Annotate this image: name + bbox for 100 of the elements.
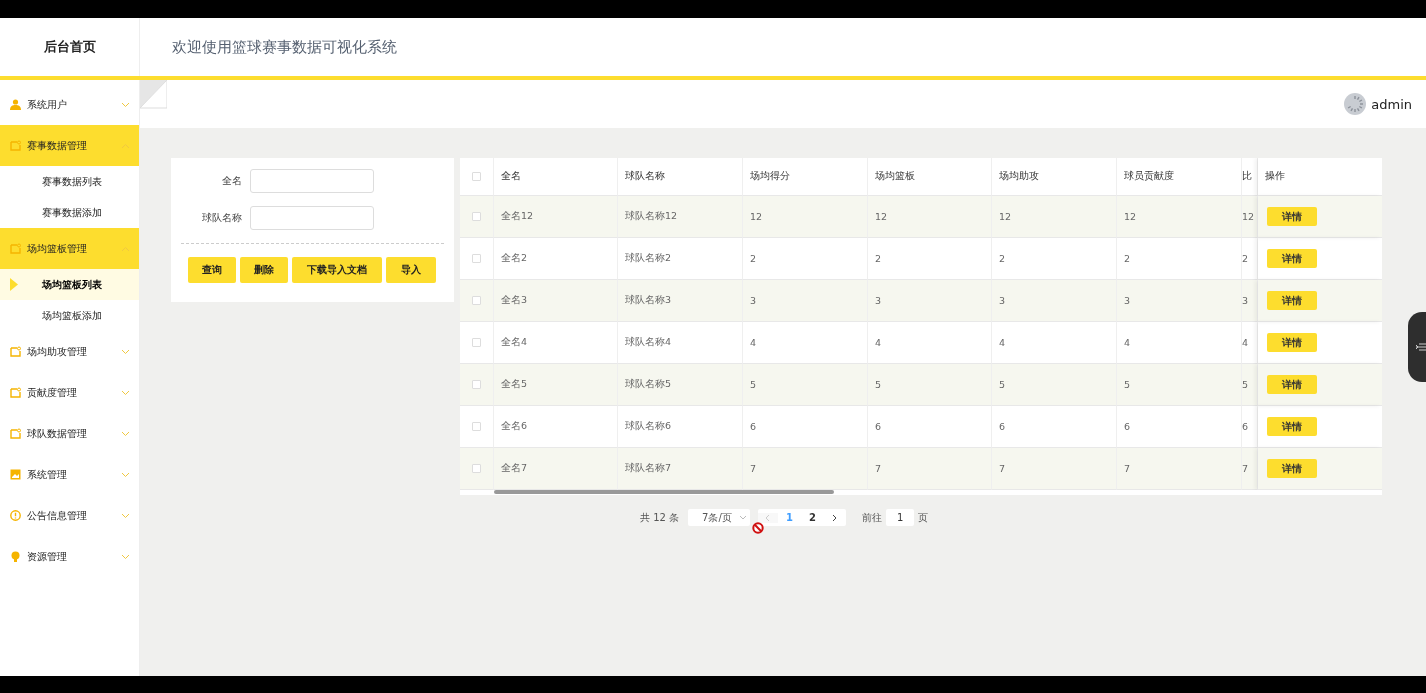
page-number[interactable]: 2 <box>801 512 825 523</box>
note-icon <box>10 140 21 151</box>
list-icon <box>1416 342 1426 352</box>
action-button[interactable]: 下载导入文档 <box>292 257 382 283</box>
table-cell: 7 <box>1117 448 1242 490</box>
input-field[interactable] <box>250 206 374 230</box>
table-cell: 12 <box>743 196 868 238</box>
table-cell: 3 <box>992 280 1117 322</box>
table-cell: 3 <box>743 280 868 322</box>
scrollbar-thumb[interactable] <box>494 490 834 494</box>
column-header: 球员贡献度 <box>1117 158 1242 196</box>
field-label: 球队名称 <box>201 211 242 225</box>
table-cell: 球队名称12 <box>618 196 743 238</box>
checkbox[interactable] <box>472 172 481 181</box>
menu-item[interactable]: 球队数据管理 <box>0 413 139 454</box>
chevron-down-icon <box>122 390 129 395</box>
action-button[interactable]: 删除 <box>240 257 288 283</box>
column-header: 场均助攻 <box>992 158 1117 196</box>
menu-item[interactable]: 公告信息管理 <box>0 495 139 536</box>
details-button[interactable]: 详情 <box>1267 459 1317 478</box>
details-button[interactable]: 详情 <box>1267 333 1317 352</box>
details-button[interactable]: 详情 <box>1267 375 1317 394</box>
info-icon <box>10 510 21 521</box>
pointer-triangle-icon <box>10 278 18 291</box>
table-cell: 5 <box>1117 364 1242 406</box>
picture-frame-icon <box>10 469 21 480</box>
chevron-down-icon <box>122 349 129 354</box>
menu-item[interactable]: 系统用户 <box>0 84 139 125</box>
table-cell: 2 <box>1242 253 1249 264</box>
field-label: 全名 <box>221 174 242 188</box>
note-icon <box>10 346 21 357</box>
checkbox[interactable] <box>472 338 481 347</box>
column-header: 场均得分 <box>743 158 868 196</box>
table-cell: 5 <box>868 364 992 406</box>
chevron-down-icon <box>122 102 129 107</box>
checkbox[interactable] <box>472 464 481 473</box>
input-field[interactable] <box>250 169 374 193</box>
table-cell: 7 <box>992 448 1117 490</box>
user-icon <box>10 99 21 110</box>
checkbox[interactable] <box>472 380 481 389</box>
page-input[interactable]: 1 <box>886 509 915 526</box>
table-cell: 5 <box>992 364 1117 406</box>
chevron-down-icon <box>122 513 129 518</box>
submenu-item[interactable]: 场均篮板列表 <box>0 269 139 300</box>
submenu-item[interactable]: 赛事数据列表 <box>0 166 139 197</box>
table-cell: 球队名称3 <box>618 280 743 322</box>
column-header: 操作 <box>1258 158 1382 196</box>
submenu-item[interactable]: 赛事数据添加 <box>0 197 139 228</box>
table-cell: 3 <box>1117 280 1242 322</box>
details-button[interactable]: 详情 <box>1267 291 1317 310</box>
action-button[interactable]: 查询 <box>188 257 236 283</box>
submenu-item[interactable]: 场均篮板添加 <box>0 300 139 331</box>
table-cell: 12 <box>868 196 992 238</box>
previous-page-icon[interactable] <box>758 512 779 523</box>
column-header: 全名 <box>494 158 618 196</box>
menu-item[interactable]: 系统管理 <box>0 454 139 495</box>
table-cell: 12 <box>992 196 1117 238</box>
menu-item[interactable]: 贡献度管理 <box>0 372 139 413</box>
details-button[interactable]: 详情 <box>1267 417 1317 436</box>
menu-item[interactable]: 资源管理 <box>0 536 139 577</box>
page-title: 欢迎使用篮球赛事数据可视化系统 <box>172 37 397 57</box>
table-cell: 全名3 <box>494 280 618 322</box>
table-cell: 4 <box>1242 337 1249 348</box>
details-button[interactable]: 详情 <box>1267 249 1317 268</box>
table-cell: 5 <box>743 364 868 406</box>
table-cell: 球队名称7 <box>618 448 743 490</box>
checkbox[interactable] <box>472 296 481 305</box>
collapse-corner-icon[interactable] <box>140 80 167 110</box>
checkbox[interactable] <box>472 254 481 263</box>
table-cell: 12 <box>1242 211 1255 222</box>
page-size-select[interactable]: 7条/页 <box>688 509 751 526</box>
chevron-down-icon <box>122 472 129 477</box>
table-cell: 3 <box>868 280 992 322</box>
total-count: 共 12 条 <box>640 510 680 525</box>
note-icon <box>10 387 21 398</box>
table-cell: 球队名称5 <box>618 364 743 406</box>
menu-item[interactable]: 场均篮板管理 <box>0 228 139 269</box>
avatar-icon <box>1344 93 1367 115</box>
goto-label: 前往 <box>862 510 883 525</box>
user-name: admin <box>1371 96 1412 112</box>
table-cell: 全名7 <box>494 448 618 490</box>
column-header: 球队名称 <box>618 158 743 196</box>
menu-item[interactable]: 赛事数据管理 <box>0 125 139 166</box>
note-icon <box>10 243 21 254</box>
chevron-down-icon <box>740 515 747 520</box>
table-cell: 7 <box>743 448 868 490</box>
details-button[interactable]: 详情 <box>1267 207 1317 226</box>
chevron-down-icon <box>122 554 129 559</box>
page-suffix: 页 <box>918 510 929 525</box>
action-button[interactable]: 导入 <box>386 257 436 283</box>
table-cell: 7 <box>868 448 992 490</box>
checkbox[interactable] <box>472 212 481 221</box>
checkbox[interactable] <box>472 422 481 431</box>
bulb-icon <box>10 551 21 562</box>
chevron-down-icon <box>122 431 129 436</box>
column-header: 场均篮板 <box>868 158 992 196</box>
menu-item[interactable]: 场均助攻管理 <box>0 331 139 372</box>
column-header: 比 <box>1242 170 1252 183</box>
table-cell: 5 <box>1242 379 1249 390</box>
table-cell: 全名12 <box>494 196 618 238</box>
